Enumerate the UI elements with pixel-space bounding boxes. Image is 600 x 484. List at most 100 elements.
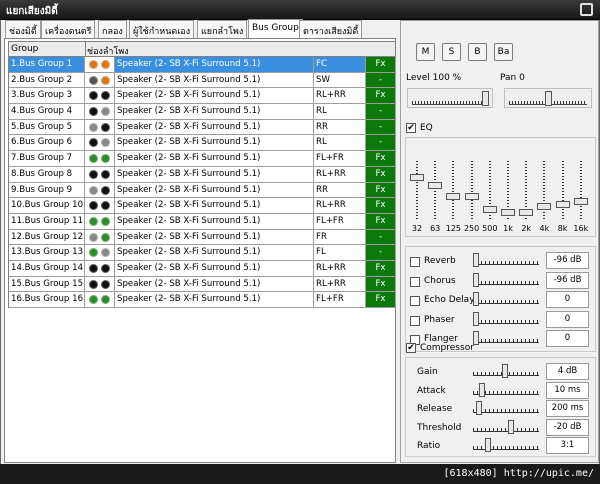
compressor-slider-threshold[interactable] bbox=[473, 419, 539, 435]
tab-5[interactable]: Bus Group bbox=[248, 19, 303, 39]
speaker-dots[interactable] bbox=[85, 276, 115, 292]
eq-slider-125[interactable] bbox=[446, 161, 461, 221]
effect-slider[interactable] bbox=[473, 253, 539, 268]
speaker-dots[interactable] bbox=[85, 245, 115, 260]
fx-cell[interactable]: Fx bbox=[366, 198, 396, 213]
table-row[interactable]: 13.Bus Group 13 Speaker (2- SB X-Fi Surro… bbox=[9, 245, 396, 261]
eq-checkbox[interactable]: ✔ bbox=[406, 123, 416, 133]
eq-knob[interactable] bbox=[446, 192, 461, 200]
speaker-dots[interactable] bbox=[85, 198, 115, 213]
table-row[interactable]: 4.Bus Group 4 Speaker (2- SB X-Fi Surroun… bbox=[9, 104, 396, 120]
table-row[interactable]: 10.Bus Group 10 Speaker (2- SB X-Fi Surro… bbox=[9, 198, 396, 214]
table-row[interactable]: 9.Bus Group 9 Speaker (2- SB X-Fi Surroun… bbox=[9, 182, 396, 199]
button-m[interactable]: M bbox=[416, 43, 435, 61]
eq-slider-63[interactable] bbox=[428, 161, 443, 221]
effect-checkbox-chorus[interactable] bbox=[410, 276, 420, 287]
slider-knob[interactable] bbox=[507, 419, 514, 434]
fx-cell[interactable]: Fx bbox=[366, 276, 396, 292]
speaker-dots[interactable] bbox=[85, 292, 115, 307]
speaker-dots[interactable] bbox=[85, 260, 115, 276]
effect-checkbox-phaser[interactable] bbox=[410, 315, 420, 326]
effect-slider[interactable] bbox=[473, 331, 539, 346]
table-row[interactable]: 1.Bus Group 1 Speaker (2- SB X-Fi Surroun… bbox=[9, 57, 396, 73]
eq-slider-4k[interactable] bbox=[537, 161, 552, 221]
tab-1[interactable]: เครื่องดนตรี bbox=[41, 20, 96, 38]
speaker-dots[interactable] bbox=[85, 182, 115, 198]
eq-slider-32[interactable] bbox=[410, 161, 424, 221]
effect-slider[interactable] bbox=[473, 311, 539, 327]
table-row[interactable]: 8.Bus Group 8 Speaker (2- SB X-Fi Surroun… bbox=[9, 166, 396, 183]
fx-cell[interactable]: Fx bbox=[366, 182, 396, 198]
compressor-checkbox[interactable]: ✔ bbox=[406, 343, 416, 353]
table-row[interactable]: 2.Bus Group 2 Speaker (2- SB X-Fi Surroun… bbox=[9, 72, 396, 89]
eq-knob[interactable] bbox=[428, 182, 443, 190]
table-row[interactable]: 16.Bus Group 16 Speaker (2- SB X-Fi Surro… bbox=[9, 292, 396, 308]
compressor-slider-release[interactable] bbox=[473, 401, 539, 416]
slider-knob[interactable] bbox=[473, 311, 479, 326]
fx-cell[interactable]: Fx bbox=[366, 292, 396, 307]
fx-cell[interactable]: - bbox=[366, 119, 396, 135]
tab-2[interactable]: กลอง bbox=[98, 20, 127, 38]
tab-6[interactable]: ตารางเสียงมิดี้ bbox=[299, 20, 363, 38]
fx-cell[interactable]: Fx bbox=[366, 166, 396, 182]
tab-4[interactable]: แยกลำโพง bbox=[197, 20, 248, 38]
speaker-dots[interactable] bbox=[85, 72, 115, 88]
table-row[interactable]: 14.Bus Group 14 Speaker (2- SB X-Fi Surro… bbox=[9, 260, 396, 277]
eq-slider-500[interactable] bbox=[482, 161, 497, 221]
tab-0[interactable]: ช่องมิดี้ bbox=[5, 20, 41, 38]
table-row[interactable]: 3.Bus Group 3 Speaker (2- SB X-Fi Surroun… bbox=[9, 88, 396, 105]
eq-knob[interactable] bbox=[410, 174, 424, 182]
eq-knob[interactable] bbox=[537, 203, 552, 211]
speaker-dots[interactable] bbox=[85, 57, 115, 72]
fx-cell[interactable]: Fx bbox=[366, 57, 396, 72]
speaker-dots[interactable] bbox=[85, 88, 115, 104]
fx-cell[interactable]: - bbox=[366, 135, 396, 151]
speaker-dots[interactable] bbox=[85, 104, 115, 119]
speaker-dots[interactable] bbox=[85, 135, 115, 151]
fx-cell[interactable]: - bbox=[366, 72, 396, 88]
eq-slider-250[interactable] bbox=[464, 161, 479, 221]
speaker-dots[interactable] bbox=[85, 213, 115, 229]
tab-3[interactable]: ผู้ใช้กำหนดเอง bbox=[129, 20, 195, 38]
fx-cell[interactable]: Fx bbox=[366, 260, 396, 276]
eq-slider-2k[interactable] bbox=[519, 161, 534, 221]
table-row[interactable]: 12.Bus Group 12 Speaker (2- SB X-Fi Surro… bbox=[9, 229, 396, 246]
fx-cell[interactable]: - bbox=[366, 229, 396, 245]
eq-slider-16k[interactable] bbox=[573, 161, 588, 221]
table-row[interactable]: 11.Bus Group 11 Speaker (2- SB X-Fi Surro… bbox=[9, 213, 396, 230]
slider-knob[interactable] bbox=[473, 253, 479, 267]
button-ba[interactable]: Ba bbox=[494, 43, 513, 61]
level-slider[interactable] bbox=[407, 88, 493, 108]
speaker-dots[interactable] bbox=[85, 166, 115, 182]
table-row[interactable]: 5.Bus Group 5 Speaker (2- SB X-Fi Surroun… bbox=[9, 119, 396, 136]
compressor-slider-attack[interactable] bbox=[473, 382, 539, 398]
pan-slider[interactable] bbox=[504, 88, 592, 108]
eq-knob[interactable] bbox=[464, 192, 479, 200]
effect-slider[interactable] bbox=[473, 272, 539, 288]
close-icon[interactable] bbox=[580, 3, 593, 16]
slider-knob[interactable] bbox=[502, 364, 508, 378]
slider-knob[interactable] bbox=[475, 401, 482, 416]
eq-knob[interactable] bbox=[519, 208, 534, 216]
eq-knob[interactable] bbox=[482, 206, 497, 214]
slider-knob[interactable] bbox=[473, 272, 479, 287]
eq-slider-8k[interactable] bbox=[555, 161, 570, 221]
compressor-slider-ratio[interactable] bbox=[473, 438, 539, 453]
table-row[interactable]: 6.Bus Group 6 Speaker (2- SB X-Fi Surroun… bbox=[9, 135, 396, 152]
speaker-dots[interactable] bbox=[85, 119, 115, 135]
eq-slider-1k[interactable] bbox=[501, 161, 515, 221]
table-row[interactable]: 15.Bus Group 15 Speaker (2- SB X-Fi Surro… bbox=[9, 276, 396, 293]
slider-knob[interactable] bbox=[473, 292, 479, 306]
button-b[interactable]: B bbox=[468, 43, 487, 61]
speaker-dots[interactable] bbox=[85, 151, 115, 166]
fx-cell[interactable]: Fx bbox=[366, 88, 396, 104]
effect-checkbox-reverb[interactable] bbox=[410, 257, 420, 267]
slider-knob[interactable] bbox=[478, 382, 485, 397]
fx-cell[interactable]: Fx bbox=[366, 151, 396, 166]
fx-cell[interactable]: Fx bbox=[366, 213, 396, 229]
compressor-slider-gain[interactable] bbox=[473, 364, 539, 379]
eq-knob[interactable] bbox=[555, 200, 570, 208]
speaker-dots[interactable] bbox=[85, 229, 115, 245]
table-row[interactable]: 7.Bus Group 7 Speaker (2- SB X-Fi Surroun… bbox=[9, 151, 396, 167]
fx-cell[interactable]: - bbox=[366, 245, 396, 260]
